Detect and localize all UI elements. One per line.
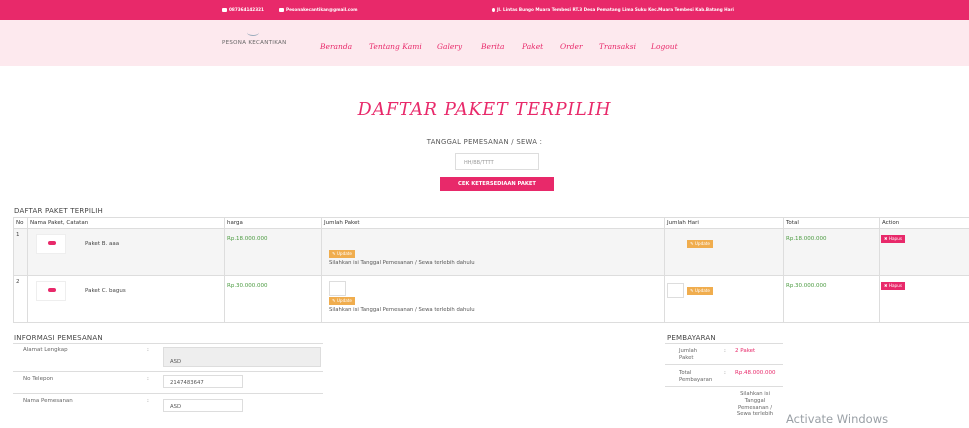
divider: [13, 393, 323, 394]
header-action: Action: [882, 219, 900, 226]
main-navbar: PESONA KECANTIKAN Beranda Tentang Kami G…: [0, 20, 969, 66]
update-days-button[interactable]: ✎ Update: [687, 287, 714, 295]
nav-order[interactable]: Order: [560, 42, 583, 51]
nav-beranda[interactable]: Beranda: [320, 42, 352, 51]
nav-logout[interactable]: Logout: [651, 42, 678, 51]
brand-logo[interactable]: PESONA KECANTIKAN: [222, 29, 287, 46]
email-contact: Pesonakecantikan@gmail.com: [279, 7, 357, 12]
package-thumbnail: [36, 281, 66, 301]
divider: [665, 364, 783, 365]
header-jumlah-hari: Jumlah Hari: [667, 219, 699, 226]
row-total: Rp.18.000.000: [786, 236, 827, 242]
envelope-icon: [279, 8, 284, 12]
column-divider: [664, 217, 665, 322]
nav-paket[interactable]: Paket: [522, 42, 543, 51]
logo-icon: [48, 288, 56, 292]
date-required-note: Silahkan isi Tanggal Pemesanan / Sewa te…: [329, 307, 475, 313]
header-name: Nama Paket, Catatan: [30, 219, 89, 226]
phone-field[interactable]: 2147483647: [163, 375, 243, 388]
top-contact-bar: 087364142321 Pesonakecantikan@gmail.com …: [0, 0, 969, 20]
logo-icon: [48, 241, 56, 245]
column-divider: [224, 217, 225, 322]
brand-name: PESONA KECANTIKAN: [222, 40, 287, 46]
quantity-input[interactable]: [329, 281, 346, 296]
address-label: Alamat Lengkap: [23, 347, 68, 353]
row-number: 2: [16, 279, 20, 285]
table-header-row: [13, 217, 969, 228]
total-label: Total Pembayaran: [679, 370, 713, 383]
days-input[interactable]: [667, 283, 684, 298]
divider: [13, 371, 323, 372]
column-divider: [13, 217, 14, 322]
package-name: Paket C. bagus: [85, 288, 126, 294]
delete-button[interactable]: ✖ Hapus: [881, 282, 906, 290]
name-field[interactable]: ASD: [163, 399, 243, 412]
payment-title: PEMBAYARAN: [667, 334, 716, 342]
package-thumbnail: [36, 234, 66, 254]
date-input[interactable]: HH/BB/TTTT: [455, 153, 539, 170]
address-field[interactable]: ASD: [163, 347, 321, 367]
page-title: DAFTAR PAKET TERPILIH: [357, 100, 612, 120]
date-required-note: Silahkan isi Tanggal Pemesanan / Sewa te…: [329, 260, 475, 266]
table-section-title: DAFTAR PAKET TERPILIH: [14, 207, 103, 215]
update-quantity-button[interactable]: ✎ Update: [329, 250, 356, 258]
name-label: Nama Pemesanan: [23, 398, 73, 404]
divider: [665, 343, 783, 344]
package-name: Paket B. aaa: [85, 241, 120, 247]
nav-berita[interactable]: Berita: [481, 42, 504, 51]
update-quantity-button[interactable]: ✎ Update: [329, 297, 356, 305]
total-value: Rp.48.000.000: [735, 370, 776, 376]
activate-windows-watermark: Activate Windows: [786, 412, 889, 426]
header-no: No: [16, 219, 24, 226]
home-icon: [492, 8, 495, 12]
phone-contact: 087364142321: [222, 7, 264, 12]
column-divider: [879, 217, 880, 322]
order-info-title: INFORMASI PEMESANAN: [14, 334, 103, 342]
quantity-label: Jumlah Paket: [679, 348, 698, 361]
phone-label: No Telepon: [23, 376, 54, 382]
row-number: 1: [16, 232, 20, 238]
package-price: Rp.30.000.000: [227, 283, 268, 289]
payment-note: Silahkan isi Tanggal Pemesanan / Sewa te…: [736, 391, 774, 418]
header-total: Total: [786, 219, 799, 226]
column-divider: [321, 217, 322, 322]
divider: [13, 343, 323, 344]
date-label: TANGGAL PEMESANAN / SEWA :: [426, 138, 543, 146]
address-contact: Jl. Lintas Bungo Muara Tembesi RT.3 Desa…: [492, 7, 734, 12]
header-jumlah-paket: Jumlah Paket: [324, 219, 360, 226]
divider: [665, 386, 783, 387]
quantity-value: 2 Paket: [735, 348, 756, 354]
column-divider: [783, 217, 784, 322]
nav-transaksi[interactable]: Transaksi: [599, 42, 636, 51]
check-availability-button[interactable]: CEK KETERSEDIAAN PAKET: [440, 177, 554, 191]
logo-icon: [247, 29, 259, 36]
phone-icon: [222, 8, 227, 12]
package-price: Rp.18.000.000: [227, 236, 268, 242]
nav-galery[interactable]: Galery: [437, 42, 462, 51]
header-harga: harga: [227, 219, 243, 226]
table-bottom-border: [13, 322, 969, 323]
update-days-button[interactable]: ✎ Update: [687, 240, 714, 248]
column-divider: [27, 217, 28, 322]
row-total: Rp.30.000.000: [786, 283, 827, 289]
delete-button[interactable]: ✖ Hapus: [881, 235, 906, 243]
nav-tentang-kami[interactable]: Tentang Kami: [369, 42, 422, 51]
